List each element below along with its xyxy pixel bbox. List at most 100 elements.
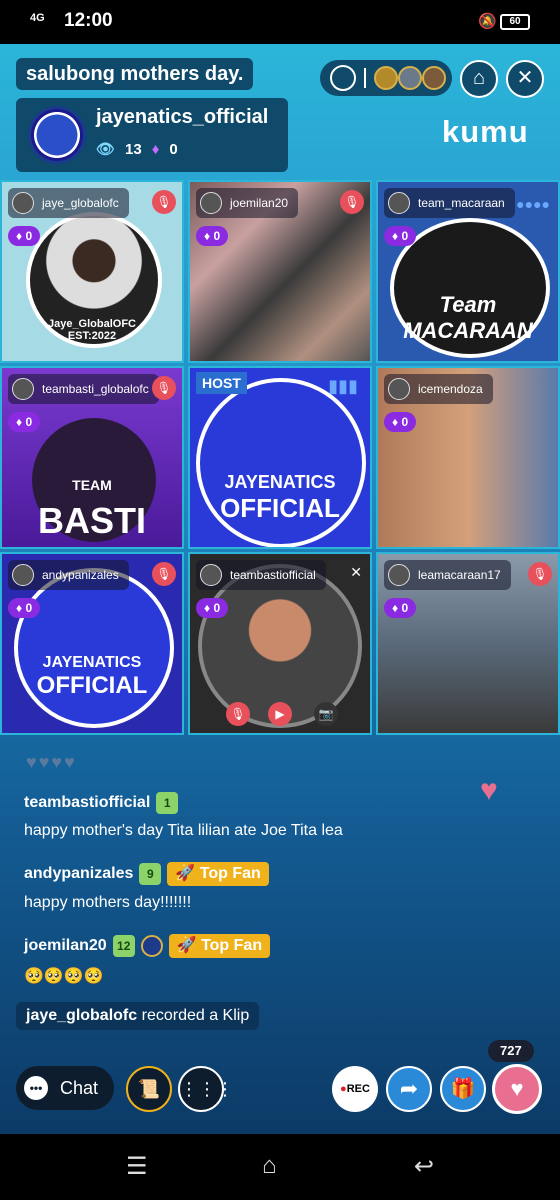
guest-tile[interactable]: teambastiofficial ♦ 0 ✕ 🎙 ▶ 📷: [188, 552, 372, 735]
heart-reactions: ♥♥♥♥: [26, 752, 77, 772]
share-button[interactable]: ➦: [386, 1066, 432, 1112]
mute-icon: 🔕: [478, 13, 497, 30]
comment: joemilan20 12 🚀 Top Fan 🥺🥺🥺🥺: [24, 934, 271, 986]
guest-tile[interactable]: icemendoza ♦ 0: [376, 366, 560, 549]
gem-badge: ♦ 0: [384, 598, 417, 618]
comment-user[interactable]: andypanizales: [24, 865, 133, 883]
guest-name-tag: teambasti_globalofc: [8, 374, 159, 404]
status-bar: 4G 12:00 🔕 60: [0, 0, 560, 44]
live-room: salubong mothers day. jayenatics_officia…: [0, 44, 560, 1134]
gift-button[interactable]: 🎁: [440, 1066, 486, 1112]
heart-counter: 727: [488, 1040, 534, 1062]
guest-tile[interactable]: JAYENATICS OFFICIAL andypanizales ♦ 0 🎙: [0, 552, 184, 735]
klip-notice: jaye_globalofc recorded a Klip: [16, 1002, 260, 1030]
avatar: [388, 192, 410, 214]
comment-text: happy mothers day!!!!!!!: [24, 894, 192, 911]
guest-name-tag: leamacaraan17: [384, 560, 511, 590]
diamond-icon: ♦: [151, 140, 160, 158]
guest-caption: Team MACARAAN: [403, 292, 533, 343]
top-viewer-avatar[interactable]: [422, 66, 446, 90]
host-badge: HOST: [196, 372, 247, 394]
menu-icon[interactable]: ☰: [126, 1152, 148, 1181]
avatar: [12, 192, 34, 214]
record-icon: ●: [340, 1083, 347, 1095]
back-icon[interactable]: ↩: [414, 1152, 434, 1181]
avatar: [388, 564, 410, 586]
comment-user[interactable]: teambastiofficial: [24, 794, 150, 812]
gem-badge: ♦ 0: [196, 598, 229, 618]
guest-name-tag: team_macaraan: [384, 188, 515, 218]
guest-tile[interactable]: Team MACARAAN team_macaraan ♦ 0 ●●●●: [376, 180, 560, 363]
viewer-list[interactable]: [320, 60, 452, 96]
gem-badge: ♦ 0: [8, 598, 41, 618]
camera-switch-icon[interactable]: 📷: [314, 702, 338, 726]
guest-grid: Jaye_GlobalOFC EST:2022 jaye_globalofc ♦ …: [0, 180, 560, 738]
klip-user[interactable]: jaye_globalofc: [26, 1007, 137, 1024]
mic-off-icon: 🎙: [152, 376, 176, 400]
guest-caption: TEAMBASTIGLOBALOFC: [38, 477, 146, 541]
heart-button[interactable]: ♥: [492, 1064, 542, 1114]
guest-photo: [14, 568, 174, 728]
top-fan-badge: 🚀 Top Fan: [167, 862, 269, 886]
chat-button[interactable]: ••• Chat: [16, 1066, 114, 1110]
mic-off-icon: 🎙: [528, 562, 552, 586]
comment-user[interactable]: joemilan20: [24, 937, 107, 955]
gem-badge: ♦ 0: [384, 226, 417, 246]
heart-icon: ♥: [480, 774, 498, 807]
avatar: [12, 564, 34, 586]
comment-text: 🥺🥺🥺🥺: [24, 968, 104, 985]
viewer-count: 13: [125, 140, 142, 158]
guest-name-tag: teambastiofficial: [196, 560, 326, 590]
avatar: [200, 564, 222, 586]
top-viewer-avatar[interactable]: [374, 66, 398, 90]
guest-name-tag: andypanizales: [8, 560, 129, 590]
avatar: [12, 378, 34, 400]
top-fan-badge: 🚀 Top Fan: [168, 934, 271, 958]
scroll-button[interactable]: 📜: [126, 1066, 172, 1112]
system-nav-bar: ☰ ⌂ ↩: [0, 1134, 560, 1200]
clock: 12:00: [64, 10, 113, 31]
heart-icon: ♥: [510, 1076, 524, 1101]
user-icon: [330, 65, 356, 91]
gem-badge: ♦ 0: [384, 412, 417, 432]
guest-name-tag: joemilan20: [196, 188, 299, 218]
eye-icon: 👁: [96, 141, 116, 158]
host-card[interactable]: jayenatics_official 👁 13 ♦ 0: [16, 98, 288, 172]
level-badge: 1: [156, 792, 179, 814]
host-stats: 👁 13 ♦ 0: [96, 140, 178, 159]
chat-label: Chat: [60, 1078, 99, 1098]
mic-off-icon[interactable]: 🎙: [226, 702, 250, 726]
gem-badge: ♦ 0: [8, 412, 41, 432]
guest-caption: Jaye_GlobalOFC EST:2022: [47, 318, 137, 342]
avatar: [388, 378, 410, 400]
host-name: jayenatics_official: [96, 106, 269, 128]
audio-level-icon: ▮▮▮: [328, 376, 358, 396]
speaking-indicator: ●●●●: [516, 196, 550, 212]
battery-icon: 60: [500, 14, 530, 30]
scroll-icon: 📜: [137, 1079, 161, 1099]
top-viewer-avatar[interactable]: [398, 66, 422, 90]
room-title: salubong mothers day.: [16, 58, 254, 90]
guest-tile[interactable]: TEAMBASTIGLOBALOFC teambasti_globalofc ♦…: [0, 366, 184, 549]
host-tile[interactable]: JAYENATICS OFFICIAL HOST ▮▮▮: [188, 366, 372, 549]
gem-badge: ♦ 0: [196, 226, 229, 246]
close-button[interactable]: ✕: [506, 60, 544, 98]
guest-tile[interactable]: leamacaraan17 ♦ 0 🎙: [376, 552, 560, 735]
record-button[interactable]: ●REC: [332, 1066, 378, 1112]
guest-tile[interactable]: joemilan20 ♦ 0 🎙: [188, 180, 372, 363]
mic-off-icon: 🎙: [152, 562, 176, 586]
guest-caption: JAYENATICS OFFICIAL: [36, 654, 148, 699]
divider: [364, 68, 366, 88]
gem-badge: ♦ 0: [8, 226, 41, 246]
more-button[interactable]: ⋮⋮⋮: [178, 1066, 234, 1112]
home-icon[interactable]: ⌂: [262, 1152, 277, 1180]
close-icon[interactable]: ✕: [350, 564, 362, 581]
host-caption: JAYENATICS OFFICIAL: [220, 472, 340, 523]
camera-off-icon[interactable]: ▶: [268, 702, 292, 726]
guest-tile[interactable]: Jaye_GlobalOFC EST:2022 jaye_globalofc ♦ …: [0, 180, 184, 363]
mic-off-icon: 🎙: [340, 190, 364, 214]
chat-bubble-icon: •••: [24, 1076, 48, 1100]
crest-badge: [140, 935, 163, 957]
home-button[interactable]: ⌂: [460, 60, 498, 98]
comment: andypanizales 9 🚀 Top Fan happy mothers da…: [24, 862, 269, 912]
